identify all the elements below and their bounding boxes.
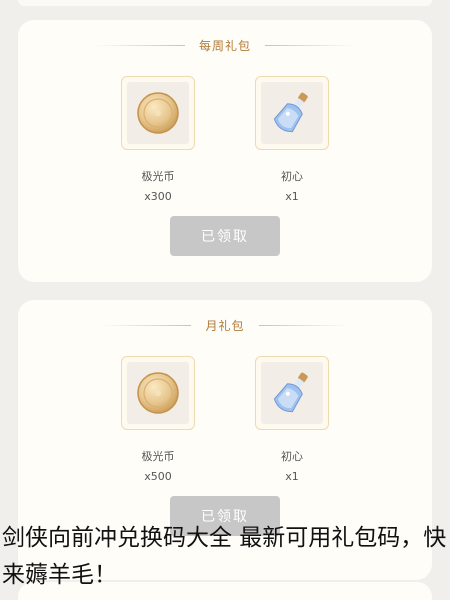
potion-bottle-icon [261, 82, 323, 144]
reward-item-coin: 极光币 x300 [118, 76, 198, 203]
card-title: 月礼包 [205, 318, 245, 333]
item-quantity: x1 [285, 470, 299, 483]
item-frame [255, 76, 329, 150]
card-header: 月礼包 [18, 314, 432, 336]
item-quantity: x500 [144, 470, 172, 483]
reward-item-coin: 极光币 x500 [118, 356, 198, 483]
item-name: 极光币 [141, 450, 175, 463]
header-divider-right [265, 44, 355, 46]
potion-bottle-icon [261, 362, 323, 424]
item-quantity: x1 [285, 190, 299, 203]
item-name: 初心 [281, 170, 303, 183]
item-name: 初心 [281, 450, 303, 463]
item-frame [121, 76, 195, 150]
reward-item-potion: 初心 x1 [252, 76, 332, 203]
weekly-gift-card: 每周礼包 极光币 x300 初心 x1 已领取 [18, 20, 432, 282]
coin-icon [127, 82, 189, 144]
coin-icon [127, 362, 189, 424]
item-name: 极光币 [141, 170, 175, 183]
card-header: 每周礼包 [18, 34, 432, 56]
reward-item-potion: 初心 x1 [252, 356, 332, 483]
previous-card-edge [18, 0, 432, 6]
claimed-button[interactable]: 已领取 [170, 216, 280, 256]
header-divider-left [94, 44, 185, 46]
item-frame [121, 356, 195, 430]
header-divider-left [101, 324, 192, 326]
item-frame [255, 356, 329, 430]
overlay-caption: 剑侠向前冲兑换码大全 最新可用礼包码，快来薅羊毛！ [2, 525, 447, 588]
card-title: 每周礼包 [198, 38, 251, 53]
header-divider-right [258, 324, 349, 326]
item-quantity: x300 [144, 190, 172, 203]
